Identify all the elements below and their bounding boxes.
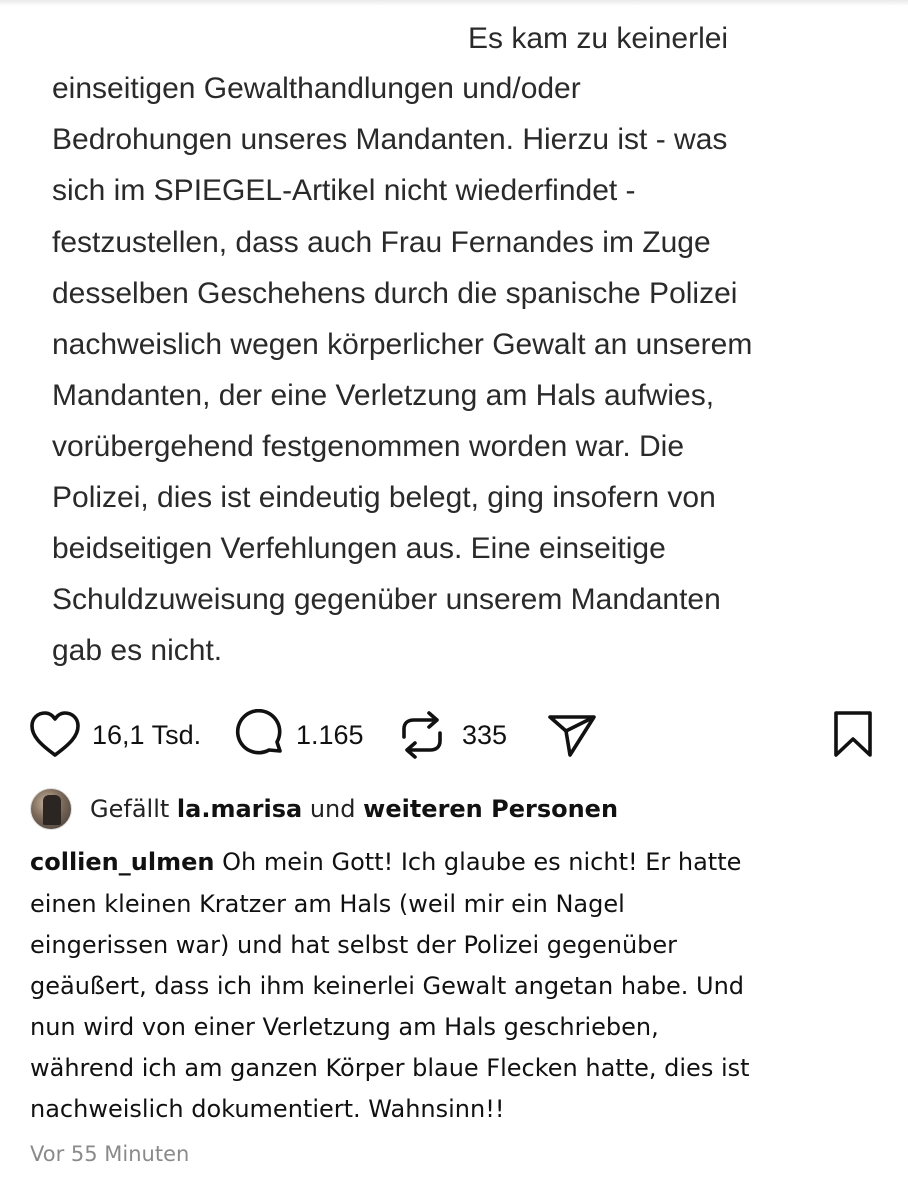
comment-bubble-icon[interactable] (234, 709, 286, 761)
repost-button[interactable]: 335 (398, 700, 507, 770)
caption-line: eingerissen war) und hat selbst der Poli… (30, 931, 678, 959)
quote-line: Polizei, dies ist eindeutig belegt, ging… (52, 481, 716, 514)
repost-count: 335 (462, 719, 508, 750)
liked-by-row[interactable]: Gefällt la.marisa und weiteren Personen (30, 784, 890, 834)
send-icon[interactable] (546, 709, 598, 761)
comment-count: 1.165 (296, 719, 364, 750)
liked-by-prefix: Gefällt (90, 795, 170, 823)
post-image[interactable]: Es kam zu keinerlei einseitigen Gewaltha… (0, 0, 908, 690)
post-timestamp: Vor 55 Minuten (30, 1142, 190, 1166)
caption-text: Oh mein Gott! Ich glaube es nicht! Er ha… (214, 848, 742, 876)
caption-username[interactable]: collien_ulmen (30, 848, 214, 876)
quote-line: vorübergehend festgenommen worden war. D… (52, 430, 685, 463)
liked-by-user[interactable]: la.marisa (177, 795, 302, 823)
bookmark-icon[interactable] (830, 709, 876, 761)
quote-line: Bedrohungen unseres Mandanten. Hierzu is… (52, 123, 728, 156)
quote-line: festzustellen, dass auch Frau Fernandes … (52, 226, 711, 259)
quote-line: einseitigen Gewalthandlungen und/oder (52, 72, 581, 105)
quote-line: desselben Geschehens durch die spanische… (52, 277, 738, 310)
bookmark-button[interactable] (830, 700, 876, 770)
comment-button[interactable]: 1.165 (234, 700, 364, 770)
image-top-edge (0, 0, 908, 6)
quote-line: nachweislich wegen körperlicher Gewalt a… (52, 328, 753, 361)
quote-line: beidseitigen Verfehlungen aus. Eine eins… (52, 532, 666, 565)
avatar[interactable] (30, 788, 72, 830)
heart-icon[interactable] (28, 710, 82, 760)
send-button[interactable] (546, 700, 598, 770)
liked-by-others[interactable]: weiteren Personen (363, 795, 618, 823)
caption-line: einen kleinen Kratzer am Hals (weil mir … (30, 890, 625, 918)
like-button[interactable]: 16,1 Tsd. (28, 700, 201, 770)
liked-by-middle: und (309, 795, 356, 823)
quote-line: Es kam zu keinerlei (468, 22, 729, 55)
quote-line: Mandanten, der eine Verletzung am Hals a… (52, 379, 715, 412)
caption-first-line: collien_ulmen Oh mein Gott! Ich glaube e… (30, 842, 741, 882)
caption-line: nun wird von einer Verletzung am Hals ge… (30, 1013, 659, 1041)
action-bar: 16,1 Tsd. 1.165 335 (0, 700, 908, 770)
caption-line: während ich am ganzen Körper blaue Fleck… (30, 1054, 750, 1082)
caption-line: nachweislich dokumentiert. Wahnsinn!! (30, 1095, 505, 1123)
like-count: 16,1 Tsd. (92, 719, 202, 750)
caption-line: geäußert, dass ich ihm keinerlei Gewalt … (30, 972, 745, 1000)
quote-line: Schuldzuweisung gegenüber unserem Mandan… (52, 583, 721, 616)
quote-line: sich im SPIEGEL-Artikel nicht wiederfind… (52, 174, 636, 207)
repost-icon[interactable] (398, 709, 446, 761)
quote-line: gab es nicht. (52, 634, 223, 667)
